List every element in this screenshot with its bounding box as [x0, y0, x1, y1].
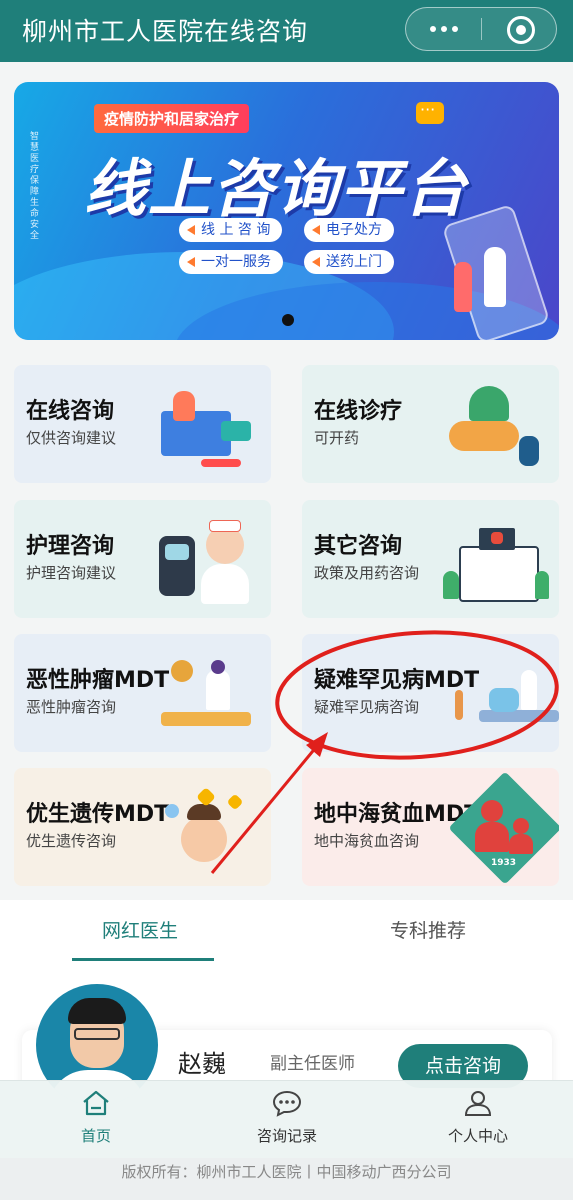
- page-title: 柳州市工人医院在线咨询: [22, 17, 309, 46]
- banner-headline: 线上咨询平台: [84, 152, 469, 225]
- active-tab-indicator: [72, 958, 214, 961]
- service-card-rare-disease-mdt[interactable]: 疑难罕见病MDT 疑难罕见病咨询: [302, 634, 559, 752]
- mini-program-capsule: [405, 7, 557, 51]
- family-logo-illustration: 1933: [448, 771, 559, 885]
- chat-bubble-icon: [272, 1089, 302, 1117]
- card-title: 在线咨询: [26, 399, 115, 424]
- card-subtitle: 护理咨询建议: [26, 564, 117, 582]
- service-card-thalassemia-mdt[interactable]: 地中海贫血MDT 地中海贫血咨询 1933: [302, 768, 559, 886]
- ward-illustration: [449, 650, 559, 740]
- service-card-nursing[interactable]: 护理咨询 护理咨询建议: [14, 500, 271, 618]
- card-title: 在线诊疗: [314, 399, 403, 424]
- nav-home[interactable]: 首页: [36, 1089, 156, 1146]
- capsule-divider: [481, 18, 482, 40]
- mini-program-close-icon[interactable]: [507, 16, 535, 44]
- service-card-eugenics-mdt[interactable]: 优生遗传MDT 优生遗传咨询: [14, 768, 271, 886]
- card-title: 优生遗传MDT: [26, 802, 170, 827]
- carousel-indicator[interactable]: [282, 314, 294, 326]
- user-icon: [463, 1089, 493, 1117]
- baby-illustration: [151, 784, 261, 874]
- doctor-figure: [484, 247, 506, 307]
- banner-pill: 一对一服务: [179, 250, 283, 274]
- service-card-online-treatment[interactable]: 在线诊疗 可开药: [302, 365, 559, 483]
- more-dots-icon[interactable]: [426, 8, 462, 50]
- footer-copyright: 版权所有：柳州市工人医院丨中国移动广西分公司: [0, 1158, 573, 1200]
- home-icon: [81, 1089, 111, 1117]
- promo-banner[interactable]: 疫情防护和居家治疗 智慧医疗 保障生命安全 线上咨询平台 线 上 咨 询 电子处…: [14, 82, 559, 340]
- nav-label: 首页: [80, 1127, 111, 1145]
- doctor-title: 副主任医师: [270, 1054, 355, 1074]
- nav-consult-records[interactable]: 咨询记录: [227, 1089, 347, 1146]
- nurse-illustration: [151, 516, 261, 606]
- nav-profile[interactable]: 个人中心: [418, 1089, 538, 1146]
- app-header: 柳州市工人医院在线咨询: [0, 0, 573, 62]
- nav-label: 咨询记录: [256, 1127, 317, 1145]
- doctor-name: 赵巍: [178, 1050, 226, 1078]
- service-card-online-consult[interactable]: 在线咨询 仅供咨询建议: [14, 365, 271, 483]
- banner-pill: 送药上门: [304, 250, 394, 274]
- banner-pill: 线 上 咨 询: [179, 218, 283, 242]
- consultation-illustration: [151, 381, 261, 471]
- banner-tag: 疫情防护和居家治疗: [94, 104, 250, 133]
- banner-pill: 电子处方: [304, 218, 394, 242]
- card-subtitle: 仅供咨询建议: [26, 429, 117, 447]
- logo-year: 1933: [491, 858, 517, 868]
- patient-figure: [454, 262, 472, 312]
- banner-side-text: 智慧医疗 保障生命安全: [30, 132, 40, 241]
- card-title: 其它咨询: [314, 534, 403, 559]
- card-subtitle: 优生遗传咨询: [26, 832, 117, 850]
- medicine-illustration: [439, 381, 549, 471]
- bottom-nav: 首页 咨询记录 个人中心: [0, 1080, 573, 1159]
- tab-specialty-recommend[interactable]: 专科推荐: [390, 916, 466, 943]
- hospital-illustration: [439, 516, 549, 606]
- card-title: 护理咨询: [26, 534, 115, 559]
- lab-illustration: [151, 650, 261, 740]
- nav-label: 个人中心: [447, 1127, 508, 1145]
- chat-bubble-icon: [416, 100, 444, 124]
- card-subtitle: 可开药: [314, 429, 360, 447]
- card-subtitle: 疑难罕见病咨询: [314, 698, 420, 716]
- service-card-other[interactable]: 其它咨询 政策及用药咨询: [302, 500, 559, 618]
- doctor-tabs: 网红医生 专科推荐: [0, 900, 573, 965]
- service-card-tumor-mdt[interactable]: 恶性肿瘤MDT 恶性肿瘤咨询: [14, 634, 271, 752]
- tab-popular-doctors[interactable]: 网红医生: [102, 916, 178, 943]
- card-subtitle: 恶性肿瘤咨询: [26, 698, 117, 716]
- card-subtitle: 地中海贫血咨询: [314, 832, 420, 850]
- card-title: 恶性肿瘤MDT: [26, 668, 170, 693]
- card-subtitle: 政策及用药咨询: [314, 564, 420, 582]
